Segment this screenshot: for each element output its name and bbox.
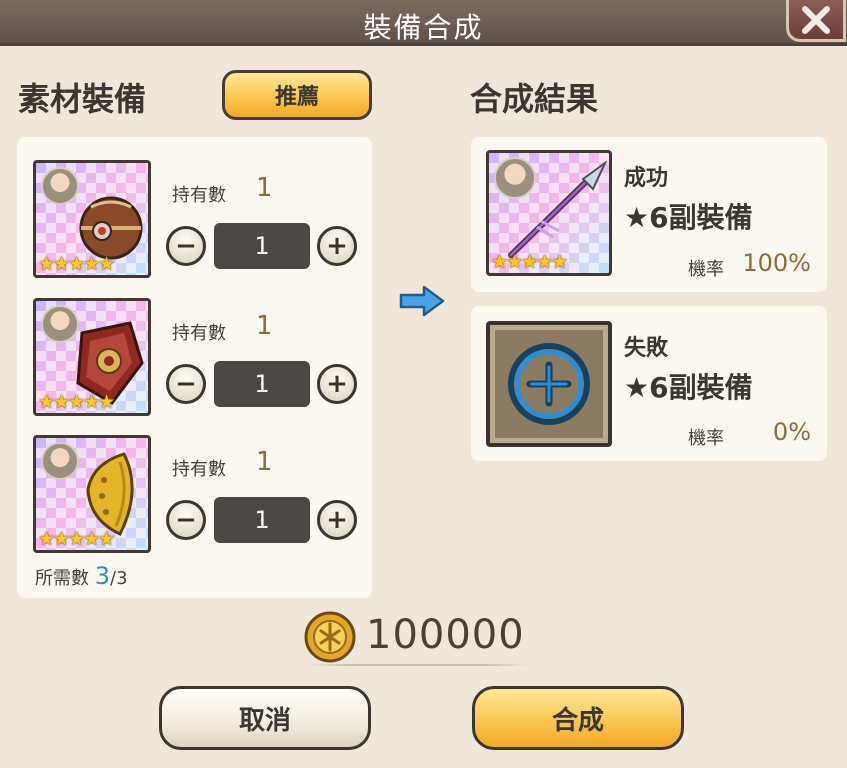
required-label: 所需數 — [35, 568, 89, 589]
owned-label: 持有數 — [172, 459, 226, 480]
material-item-1[interactable]: ★★★★★ — [33, 160, 151, 278]
gold-amount: 100000 — [366, 612, 525, 658]
failure-item-slot[interactable] — [486, 321, 612, 447]
required-current: 3 — [94, 562, 111, 590]
success-rate: 100% — [742, 249, 811, 277]
spear-icon — [508, 161, 608, 258]
rarity-stars: ★★★★★ — [38, 253, 115, 275]
close-button[interactable] — [786, 0, 846, 42]
owned-count: 1 — [256, 311, 273, 341]
arrow-right-icon — [399, 285, 445, 317]
character-portrait — [41, 167, 79, 205]
plus-circle-icon — [508, 343, 590, 425]
dialog-title: 裝備合成 — [363, 11, 484, 44]
cancel-button[interactable]: 取消 — [159, 686, 371, 750]
materials-title: 素材裝備 — [18, 80, 147, 118]
failure-rate: 0% — [772, 418, 811, 446]
results-title: 合成結果 — [470, 80, 599, 118]
quantity-field[interactable]: 1 — [214, 497, 310, 543]
divider — [306, 664, 531, 666]
increase-button[interactable]: + — [317, 364, 357, 404]
owned-count: 1 — [256, 447, 273, 477]
increase-button[interactable]: + — [317, 500, 357, 540]
rate-label: 機率 — [688, 428, 724, 449]
rate-label: 機率 — [688, 259, 724, 280]
close-icon — [802, 5, 830, 34]
decrease-button[interactable]: − — [166, 226, 206, 266]
character-portrait — [41, 442, 79, 480]
failure-label: 失敗 — [624, 336, 669, 361]
golden-leaf-shield-icon — [86, 452, 134, 536]
owned-label: 持有數 — [172, 323, 226, 344]
recommend-button[interactable]: 推薦 — [222, 70, 372, 120]
required-count: 所需數 3/3 — [35, 562, 128, 590]
gold-cost: 100000 — [300, 606, 550, 668]
required-total: /3 — [110, 568, 128, 589]
decrease-button[interactable]: − — [166, 364, 206, 404]
gold-coin-icon — [304, 611, 356, 663]
success-label: 成功 — [624, 166, 669, 191]
failure-equipment: ★6副裝備 — [624, 371, 753, 404]
synthesize-button[interactable]: 合成 — [472, 686, 684, 750]
success-item-card[interactable]: ★★★★★ — [486, 150, 612, 276]
rarity-stars: ★★★★★ — [38, 528, 115, 550]
quantity-field[interactable]: 1 — [214, 361, 310, 407]
success-equipment: ★6副裝備 — [624, 201, 753, 234]
title-bar: 裝備合成 — [0, 0, 847, 46]
material-item-2[interactable]: ★★★★★ — [33, 298, 151, 416]
rarity-stars: ★★★★★ — [38, 391, 115, 413]
owned-count: 1 — [256, 173, 273, 203]
quantity-field[interactable]: 1 — [214, 223, 310, 269]
decrease-button[interactable]: − — [166, 500, 206, 540]
increase-button[interactable]: + — [317, 226, 357, 266]
material-item-3[interactable]: ★★★★★ — [33, 435, 151, 553]
rarity-stars: ★★★★★ — [491, 251, 568, 273]
owned-label: 持有數 — [172, 185, 226, 206]
